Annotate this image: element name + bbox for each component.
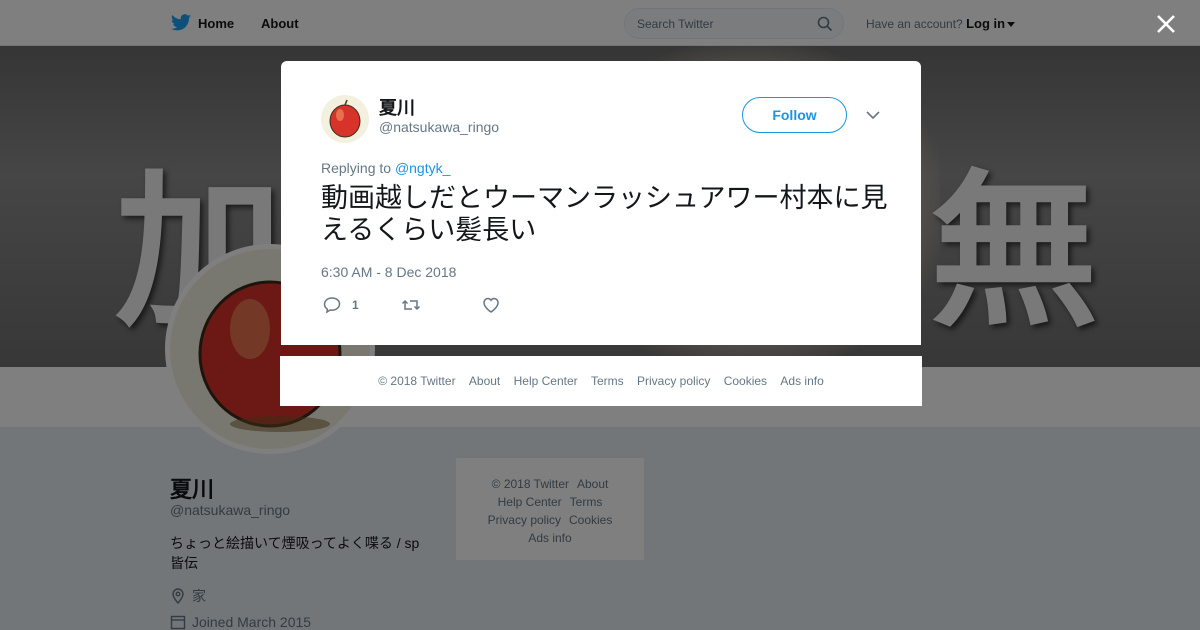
retweet-action[interactable] [401, 295, 431, 315]
modal-footer-terms[interactable]: Terms [591, 374, 624, 388]
modal-footer-ads[interactable]: Ads info [780, 374, 823, 388]
modal-footer-help[interactable]: Help Center [514, 374, 578, 388]
heart-icon [483, 297, 499, 313]
chevron-down-icon[interactable] [865, 109, 881, 121]
tweet-author-handle[interactable]: @natsukawa_ringo [379, 119, 499, 135]
modal-footer-cookies[interactable]: Cookies [724, 374, 767, 388]
tweet-timestamp[interactable]: 6:30 AM - 8 Dec 2018 [321, 264, 456, 280]
tweet-text: 動画越しだとウーマンラッシュアワー村本に見えるくらい髪長い [321, 183, 888, 246]
replying-to: Replying to @ngtyk_ [321, 160, 450, 176]
modal-footer: © 2018 Twitter About Help Center Terms P… [280, 356, 922, 406]
modal-footer-privacy[interactable]: Privacy policy [637, 374, 710, 388]
reply-action[interactable]: 1 [322, 295, 359, 315]
like-action[interactable] [481, 295, 511, 315]
modal-footer-about[interactable]: About [469, 374, 500, 388]
follow-button[interactable]: Follow [742, 97, 847, 133]
tweet-modal: 夏川 @natsukawa_ringo Follow Replying to @… [281, 61, 921, 345]
reply-icon [323, 297, 341, 314]
replying-to-link[interactable]: @ngtyk_ [395, 160, 450, 176]
close-icon[interactable] [1152, 10, 1180, 38]
retweet-icon [401, 299, 421, 311]
apple-avatar-icon [329, 99, 361, 138]
modal-footer-copyright: © 2018 Twitter [378, 374, 456, 388]
reply-count: 1 [352, 298, 359, 312]
replying-to-prefix: Replying to [321, 160, 392, 176]
tweet-author-avatar[interactable] [321, 95, 369, 143]
tweet-author-name[interactable]: 夏川 [379, 94, 415, 120]
